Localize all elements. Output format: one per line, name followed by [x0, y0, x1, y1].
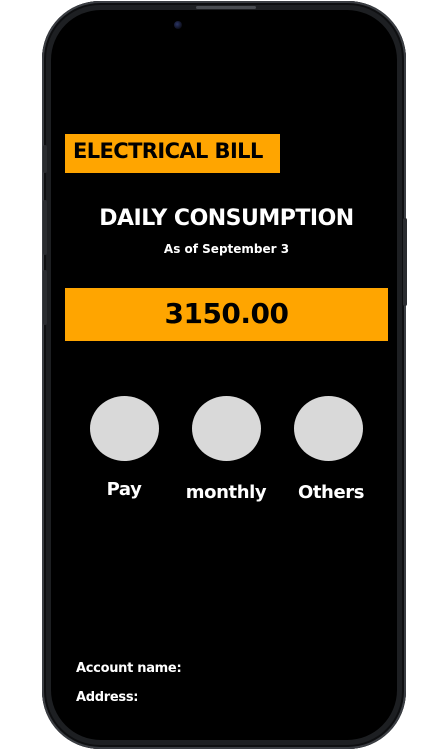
address-label: Address:	[76, 690, 139, 705]
others-label[interactable]: Others	[276, 482, 386, 503]
app-title: ELECTRICAL BILL	[73, 139, 263, 163]
consumption-heading: DAILY CONSUMPTION	[99, 206, 354, 231]
volume-up-button	[43, 200, 47, 255]
silent-switch	[43, 145, 47, 173]
account-name-label: Account name:	[76, 661, 182, 676]
as-of-date: As of September 3	[163, 242, 290, 256]
pay-label[interactable]: Pay	[69, 479, 179, 500]
front-camera-icon	[174, 21, 182, 29]
volume-down-button	[43, 270, 47, 325]
speaker-grille	[196, 6, 256, 9]
consumption-amount: 3150.00	[164, 297, 289, 330]
monthly-button[interactable]	[192, 396, 261, 461]
pay-button[interactable]	[90, 396, 159, 461]
app-title-banner: ELECTRICAL BILL	[65, 134, 280, 173]
power-button	[403, 218, 407, 306]
monthly-label[interactable]: monthly	[171, 482, 281, 503]
phone-screen	[51, 10, 397, 740]
others-button[interactable]	[294, 396, 363, 461]
device-mockup: ELECTRICAL BILL DAILY CONSUMPTION As of …	[0, 0, 435, 752]
amount-banner: 3150.00	[65, 288, 388, 341]
